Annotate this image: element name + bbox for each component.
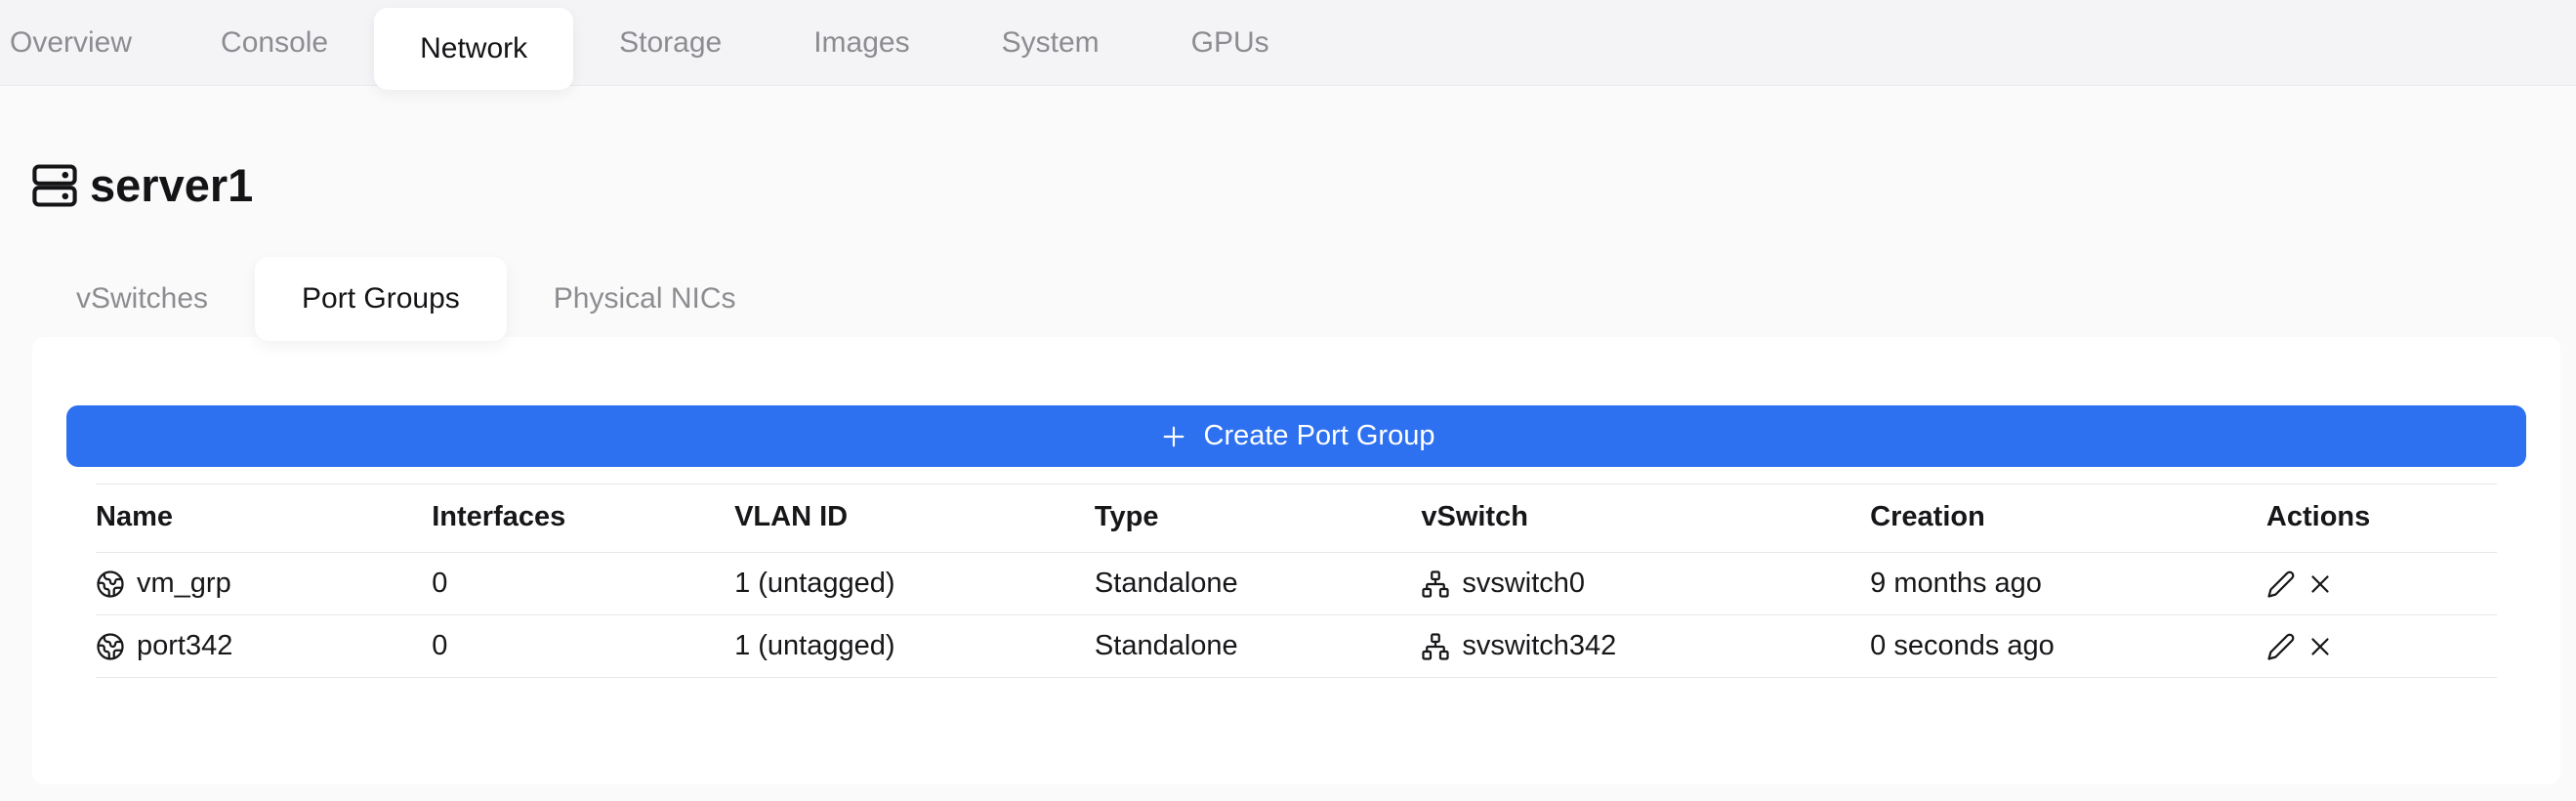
tab-console[interactable]: Console: [175, 0, 374, 85]
port-group-creation: 9 months ago: [1870, 552, 2266, 615]
edit-icon[interactable]: [2266, 632, 2296, 661]
page-title: server1: [90, 159, 254, 211]
create-port-group-button[interactable]: Create Port Group: [66, 405, 2526, 467]
edit-icon[interactable]: [2266, 569, 2296, 599]
tab-images[interactable]: Images: [768, 0, 955, 85]
port-group-type: Standalone: [1094, 552, 1422, 615]
network-icon: [1421, 569, 1450, 599]
port-group-vlan-id: 1 (untagged): [734, 552, 1095, 615]
col-header-interfaces: Interfaces: [432, 484, 735, 553]
col-header-creation: Creation: [1870, 484, 2266, 553]
create-port-group-label: Create Port Group: [1203, 420, 1435, 451]
port-group-vswitch: svswitch342: [1462, 630, 1617, 661]
subtab-vswitches[interactable]: vSwitches: [29, 257, 255, 341]
subtab-port-groups[interactable]: Port Groups: [255, 257, 507, 341]
tab-storage[interactable]: Storage: [573, 0, 768, 85]
table-row: port342 0 1 (untagged) Standalone svswit…: [96, 614, 2497, 678]
col-header-name: Name: [96, 484, 433, 553]
page-title-row: server1: [29, 158, 2576, 212]
port-groups-table: Name Interfaces VLAN ID Type vSwitch Cre…: [96, 484, 2497, 678]
delete-icon[interactable]: [2306, 569, 2335, 599]
col-header-actions: Actions: [2265, 484, 2497, 553]
globe-icon: [96, 569, 125, 599]
col-header-vswitch: vSwitch: [1421, 484, 1871, 553]
port-group-interfaces: 0: [432, 552, 735, 615]
port-group-name: port342: [137, 630, 233, 661]
tab-overview[interactable]: Overview: [0, 0, 175, 85]
port-groups-panel: Create Port Group Name Interfaces VLAN I…: [32, 337, 2560, 784]
port-group-name: vm_grp: [137, 568, 231, 599]
plus-icon: [1158, 421, 1189, 452]
port-group-type: Standalone: [1094, 614, 1422, 678]
port-group-creation: 0 seconds ago: [1870, 614, 2266, 678]
delete-icon[interactable]: [2306, 632, 2335, 661]
port-groups-table-wrap: Name Interfaces VLAN ID Type vSwitch Cre…: [96, 484, 2497, 678]
col-header-vlan-id: VLAN ID: [734, 484, 1095, 553]
subtab-physical-nics[interactable]: Physical NICs: [507, 257, 783, 341]
top-tab-bar: Overview Console Network Storage Images …: [0, 0, 2576, 90]
col-header-type: Type: [1094, 484, 1422, 553]
tab-gpus[interactable]: GPUs: [1145, 0, 1315, 85]
port-group-vlan-id: 1 (untagged): [734, 614, 1095, 678]
tab-network[interactable]: Network: [374, 8, 574, 90]
port-group-interfaces: 0: [432, 614, 735, 678]
server-icon: [29, 160, 80, 211]
tab-system[interactable]: System: [956, 0, 1145, 85]
network-icon: [1421, 632, 1450, 661]
table-header-row: Name Interfaces VLAN ID Type vSwitch Cre…: [96, 484, 2497, 553]
table-row: vm_grp 0 1 (untagged) Standalone svswitc…: [96, 552, 2497, 615]
globe-icon: [96, 632, 125, 661]
port-group-vswitch: svswitch0: [1462, 568, 1586, 599]
network-subtabs: vSwitches Port Groups Physical NICs: [29, 257, 2576, 341]
